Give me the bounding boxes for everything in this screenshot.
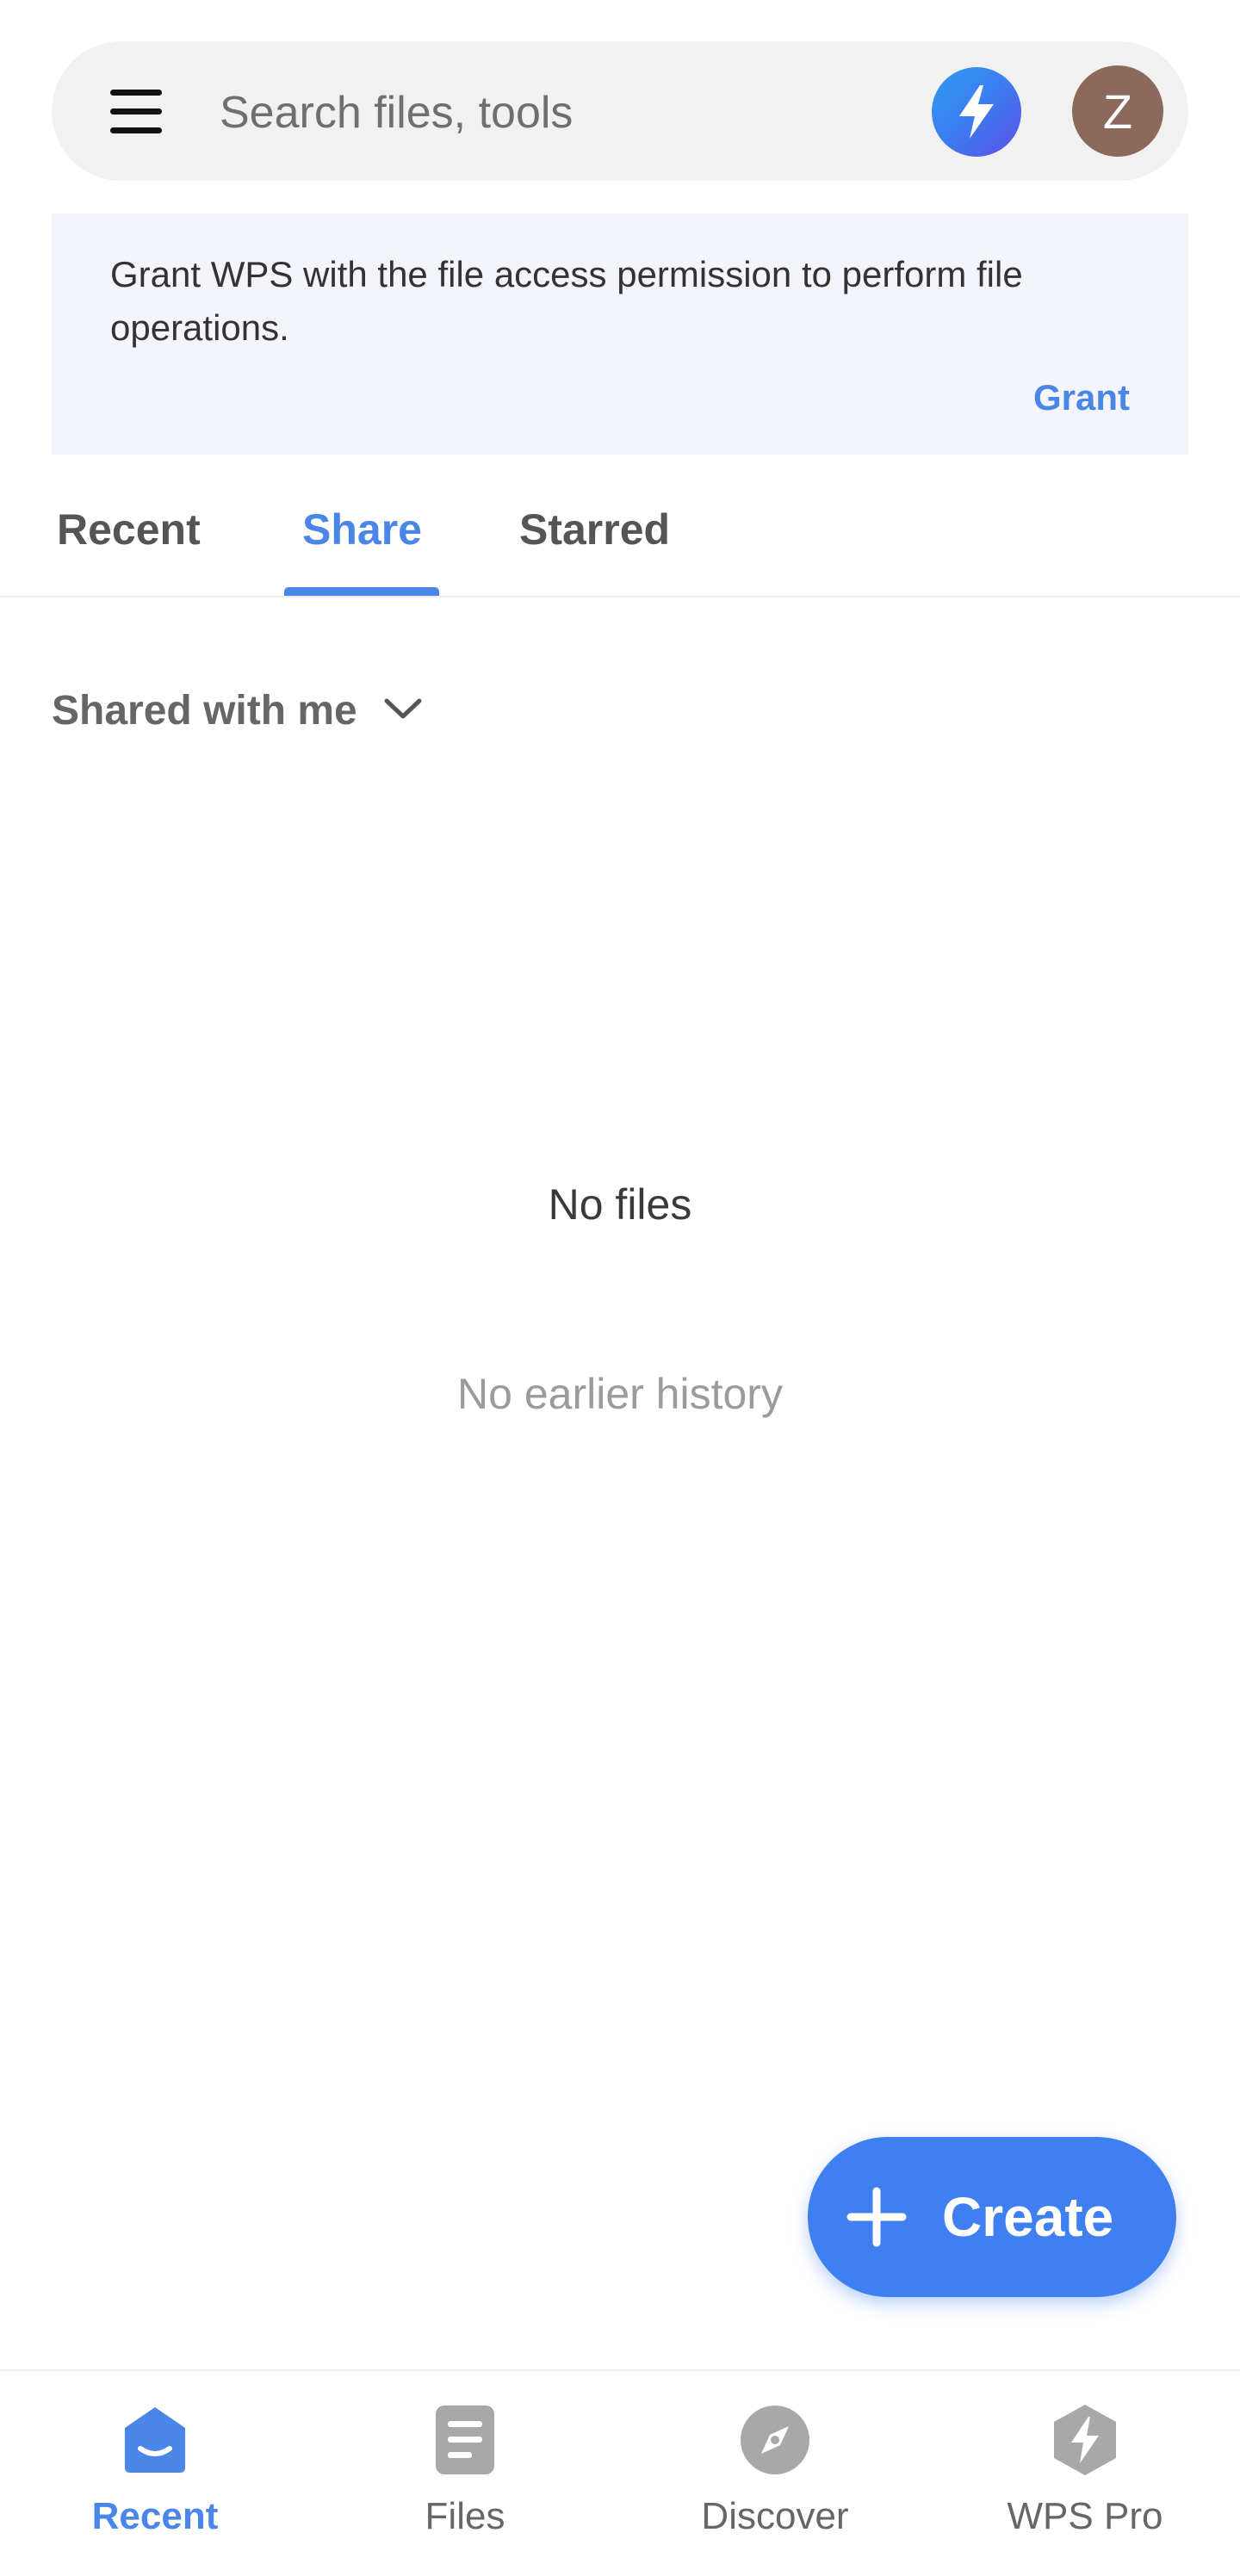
tab-starred[interactable]: Starred: [519, 499, 670, 560]
empty-state-title: No files: [548, 1180, 692, 1229]
tab-bar: Recent Share Starred: [0, 482, 1240, 598]
nav-label-wps-pro: WPS Pro: [1007, 2495, 1163, 2537]
nav-label-recent: Recent: [91, 2495, 219, 2537]
nav-label-files: Files: [425, 2495, 505, 2537]
home-icon: [119, 2404, 191, 2476]
nav-wps-pro[interactable]: WPS Pro: [930, 2404, 1240, 2559]
create-label: Create: [942, 2186, 1114, 2248]
menu-icon[interactable]: [95, 72, 177, 150]
nav-files[interactable]: Files: [310, 2404, 620, 2559]
lightning-hexagon-icon: [1049, 2404, 1121, 2476]
active-tab-indicator: [284, 587, 439, 596]
shared-filter-dropdown[interactable]: Shared with me: [52, 680, 423, 740]
bottom-nav: Recent Files Discover WPS Pro: [0, 2369, 1240, 2576]
tab-share[interactable]: Share: [302, 499, 422, 560]
grant-button[interactable]: Grant: [1033, 374, 1130, 422]
filter-label: Shared with me: [52, 687, 357, 734]
permission-message: Grant WPS with the file access permissio…: [110, 254, 1023, 348]
app-root: Search files, tools Z Grant WPS with the…: [0, 0, 1240, 2576]
search-input[interactable]: Search files, tools: [220, 83, 573, 143]
nav-label-discover: Discover: [701, 2495, 849, 2537]
nav-recent[interactable]: Recent: [0, 2404, 310, 2559]
empty-state-subtitle: No earlier history: [457, 1370, 783, 1418]
chevron-down-icon: [383, 696, 423, 726]
lightning-icon[interactable]: [932, 67, 1021, 157]
plus-icon: [846, 2187, 907, 2247]
create-button[interactable]: Create: [808, 2137, 1176, 2297]
compass-icon: [739, 2404, 811, 2476]
document-icon: [429, 2404, 501, 2476]
avatar[interactable]: Z: [1072, 65, 1163, 157]
tab-recent[interactable]: Recent: [57, 499, 201, 560]
nav-discover[interactable]: Discover: [620, 2404, 930, 2559]
